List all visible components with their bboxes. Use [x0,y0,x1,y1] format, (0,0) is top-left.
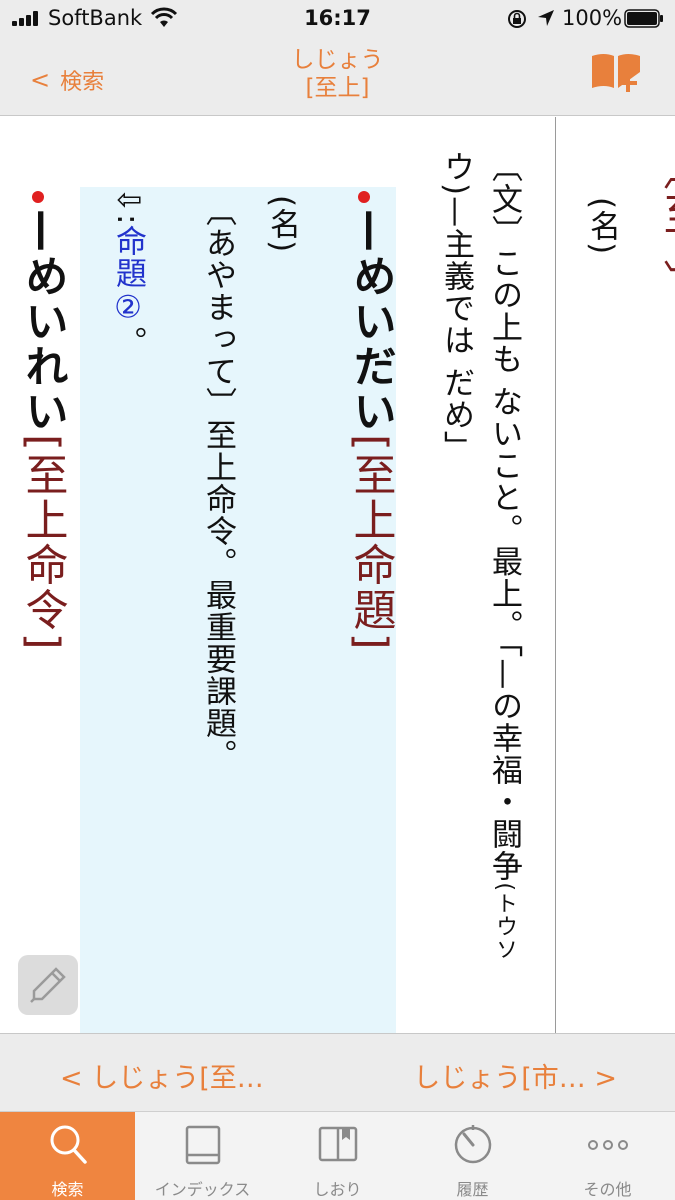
definition-line-1: 〔文〕この上も ないこと。最上。「—の幸福・闘争(トウソ [480,151,528,961]
more-icon [587,1140,628,1150]
meidai-pos: (名) [264,195,300,254]
entry-pager: < しじょう[至… しじょう[市… > [0,1033,675,1111]
entry-marker-dot [32,191,44,203]
partial-headword: 〔至 [656,147,675,237]
tab-search[interactable]: 検索 [0,1112,135,1200]
search-icon [50,1125,87,1164]
entry-meidai[interactable]: —めいだい[至上命題] [340,209,402,652]
definition-text-2: ウ)—主義では だめ」 [438,151,474,463]
reference-link[interactable]: 命題② [110,225,146,326]
reference-end: 。 [110,326,146,359]
title-reading: しじょう [291,47,384,73]
headword-reading: —めいだい [346,209,396,434]
meidai-reference: ⇩:命題②。 [104,187,152,358]
tab-label: インデックス [154,1180,251,1199]
battery-icon [624,9,663,28]
tab-index[interactable]: インデックス [135,1112,270,1200]
reference-arrow-icon: ⇩: [110,187,146,226]
register-label: 〔文〕 [486,151,522,247]
battery-percent: 100% [562,6,623,30]
navigation-bar: < 検索 しじょう [至上] [0,36,675,116]
tab-bar: 検索 インデックス しおり 履歴 その他 [0,1111,675,1200]
book-icon [185,1125,220,1165]
next-entry-button[interactable]: しじょう[市… > [413,1056,617,1095]
part-of-speech: (名) [584,197,620,256]
tab-bookmarks[interactable]: しおり [270,1112,405,1200]
tab-history[interactable]: 履歴 [405,1112,540,1200]
pen-icon [30,967,66,1003]
definition-text: この上も ないこと。最上。「—の幸福・闘争 [486,247,522,883]
partial-bracket: 〕 [656,259,675,304]
history-icon [454,1125,491,1164]
orientation-lock-icon [508,10,526,28]
tab-label: 履歴 [456,1180,489,1199]
tab-label: 検索 [51,1180,84,1199]
add-bookmark-icon[interactable] [590,50,644,96]
entry-marker-dot [358,191,370,203]
column-divider [555,117,556,1033]
tab-more[interactable]: その他 [540,1112,675,1200]
definition-line-2: ウ)—主義では だめ」 [432,151,480,463]
location-icon [538,10,554,26]
dictionary-content: 〔至 〕 〔文〕この上も ないこと。最上。「—の幸福・闘争(トウソ ウ)—主義で… [0,117,675,1033]
previous-entry-button[interactable]: < しじょう[至… [60,1056,264,1095]
status-bar: SoftBank 16:17 100% [0,0,675,36]
bookmark-icon [318,1126,357,1162]
tab-label: しおり [313,1180,362,1199]
entry-meirei[interactable]: —めいれい[至上命令] [12,209,74,652]
pen-button[interactable] [18,955,78,1015]
headword-kanji: [至上命題] [346,434,396,652]
meidai-definition: 〔あやまって〕至上命令。最重要課題。 [200,195,236,771]
page-title: しじょう [至上] [0,46,675,102]
headword-reading: —めいれい [18,209,68,434]
headword-kanji: [至上命令] [18,434,68,652]
tab-label: その他 [583,1180,632,1199]
definition-small: (トウソ [492,882,517,961]
title-kanji: [至上] [305,75,370,101]
